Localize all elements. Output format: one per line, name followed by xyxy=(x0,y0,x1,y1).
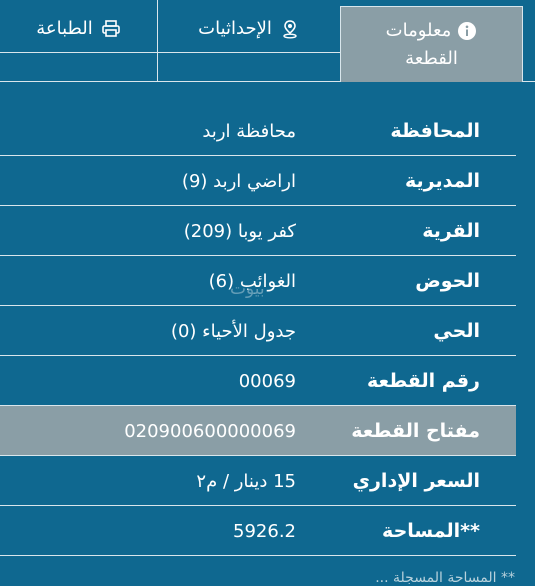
tab-coordinates-label: الإحداثيات xyxy=(198,18,272,39)
row-label: القرية xyxy=(422,220,480,242)
tab-print-label: الطباعة xyxy=(36,18,93,39)
row-value: محافظة اربد xyxy=(202,120,296,142)
row-label: المحافظة xyxy=(390,120,480,142)
row-label: الحي xyxy=(433,320,480,342)
tab-parcel-info-label-line2: القطعة xyxy=(405,48,458,69)
row-label: مفتاح القطعة xyxy=(351,420,480,442)
table-row-highlighted: مفتاح القطعة 020900600000069 xyxy=(0,406,516,456)
row-value: اراضي اربد (9) xyxy=(181,170,296,192)
table-row: **المساحة 5926.2 xyxy=(0,506,516,556)
footer-note: ** المساحة المسجلة ... xyxy=(375,570,515,586)
row-value: جدول الأحياء (0) xyxy=(170,320,296,342)
table-row: القرية كفر يوبا (209) xyxy=(0,206,516,256)
table-row: السعر الإداري 15 دينار / م٢ xyxy=(0,456,516,506)
row-value: 15 دينار / م٢ xyxy=(196,470,296,492)
printer-icon xyxy=(101,19,120,37)
row-value: كفر يوبا (209) xyxy=(183,220,296,242)
row-label: الحوض xyxy=(415,270,480,292)
tab-print[interactable]: الطباعة xyxy=(0,0,158,82)
tab-bar: الطباعة الإحداثيات معلومات القطعة xyxy=(0,0,535,82)
row-label: السعر الإداري xyxy=(352,470,480,492)
watermark: بيوت xyxy=(230,279,265,299)
info-icon xyxy=(458,22,477,40)
location-pin-icon xyxy=(283,19,297,38)
row-label: رقم القطعة xyxy=(367,370,480,392)
table-row: المديرية اراضي اربد (9) xyxy=(0,156,516,206)
tab-parcel-info-label-line1: معلومات xyxy=(385,20,452,41)
row-label: **المساحة xyxy=(382,520,480,542)
row-value: 020900600000069 xyxy=(124,420,296,442)
tab-divider xyxy=(0,52,340,53)
table-row: المحافظة محافظة اربد xyxy=(0,106,516,156)
tab-coordinates[interactable]: الإحداثيات xyxy=(158,0,340,82)
row-value: 00069 xyxy=(238,370,296,392)
row-label: المديرية xyxy=(405,170,480,192)
table-row: رقم القطعة 00069 xyxy=(0,356,516,406)
table-row: الحي جدول الأحياء (0) xyxy=(0,306,516,356)
parcel-info-table: المحافظة محافظة اربد المديرية اراضي اربد… xyxy=(0,106,516,556)
tab-parcel-info[interactable]: معلومات القطعة xyxy=(340,6,523,82)
row-value: 5926.2 xyxy=(233,520,296,542)
